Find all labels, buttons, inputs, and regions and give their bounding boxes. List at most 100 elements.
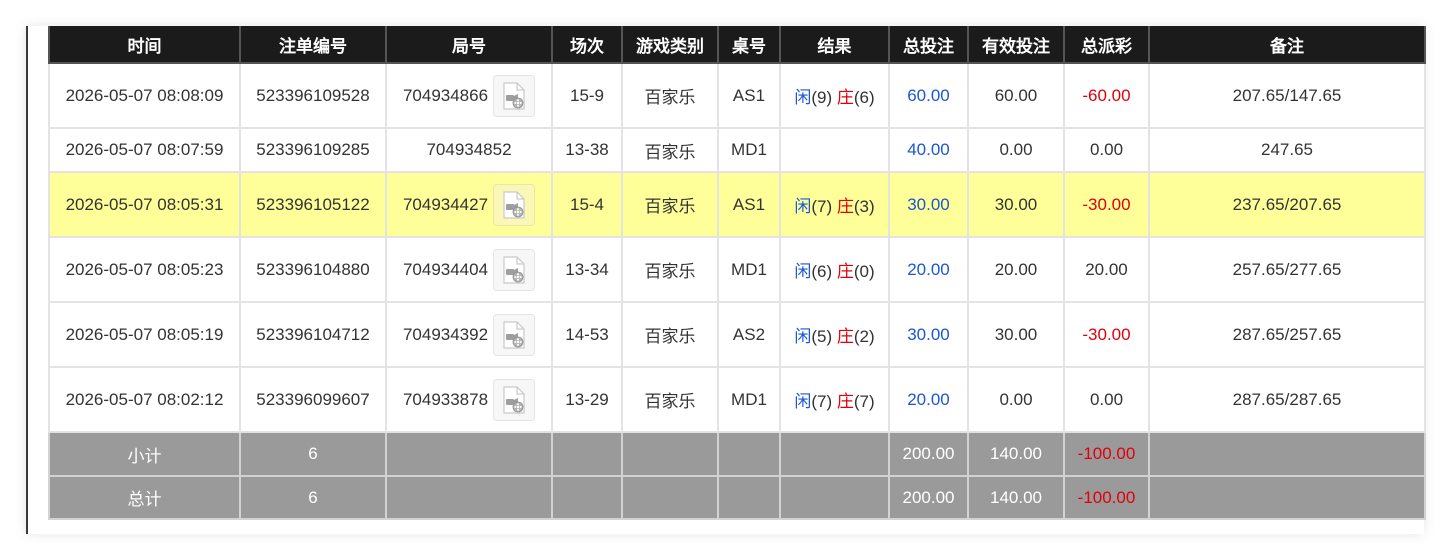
result-player-score: (7)	[811, 392, 833, 411]
header-round: 局号	[385, 26, 553, 64]
cell-round: 704934866	[385, 62, 553, 129]
subtotal-label: 小计	[48, 431, 241, 477]
cell-table: MD1	[717, 236, 781, 303]
round-number: 704934427	[402, 194, 489, 214]
cell-bet-no: 523396105122	[239, 171, 387, 238]
result-text: 闲(7) 庄(3)	[794, 197, 874, 216]
cell-note: 207.65/147.65	[1148, 62, 1426, 129]
subtotal-total-bet: 200.00	[888, 431, 969, 477]
cell-shoe: 15-9	[551, 62, 623, 129]
result-banker-label: 庄	[836, 88, 854, 107]
cell-table: AS2	[717, 301, 781, 368]
result-banker-label: 庄	[836, 262, 854, 281]
subtotal-count: 6	[239, 431, 387, 477]
cell-result	[779, 127, 890, 173]
cell-game: 百家乐	[621, 127, 719, 173]
result-banker-label: 庄	[836, 327, 854, 346]
cell-bet-no: 523396099607	[239, 366, 387, 433]
subtotal-valid-bet: 140.00	[967, 431, 1065, 477]
cell-payout: -30.00	[1063, 301, 1150, 368]
cell-payout: -60.00	[1063, 62, 1150, 129]
result-text: 闲(9) 庄(6)	[794, 88, 874, 107]
cell-shoe: 15-4	[551, 171, 623, 238]
total-label: 总计	[48, 475, 241, 520]
cell-round: 704933878	[385, 366, 553, 433]
cell-total-bet: 30.00	[888, 301, 969, 368]
total-count: 6	[239, 475, 387, 520]
cell-payout: 20.00	[1063, 236, 1150, 303]
result-player-label: 闲	[794, 327, 812, 346]
total-valid-bet: 140.00	[967, 475, 1065, 520]
cell-time: 2026-05-07 08:05:31	[48, 171, 241, 238]
result-player-label: 闲	[794, 88, 812, 107]
film-reel-icon	[503, 190, 525, 219]
cell-time: 2026-05-07 08:05:23	[48, 236, 241, 303]
result-player-score: (5)	[811, 327, 833, 346]
cell-total-bet: 30.00	[888, 171, 969, 238]
cell-payout: 0.00	[1063, 366, 1150, 433]
video-replay-button[interactable]	[493, 313, 536, 356]
round-number: 704934852	[426, 140, 512, 159]
total-payout: -100.00	[1063, 475, 1150, 520]
film-reel-icon	[503, 81, 525, 110]
cell-total-bet: 20.00	[888, 366, 969, 433]
cell-result: 闲(9) 庄(6)	[779, 62, 890, 129]
cell-valid-bet: 20.00	[967, 236, 1065, 303]
video-replay-button[interactable]	[493, 378, 536, 421]
result-banker-label: 庄	[836, 197, 854, 216]
cell-result: 闲(5) 庄(2)	[779, 301, 890, 368]
result-banker-label: 庄	[836, 392, 854, 411]
table-row: 2026-05-07 08:02:12 523396099607 7049338…	[48, 366, 1426, 433]
cell-game: 百家乐	[621, 301, 719, 368]
cell-valid-bet: 30.00	[967, 301, 1065, 368]
cell-total-bet: 20.00	[888, 236, 969, 303]
result-text: 闲(6) 庄(0)	[794, 262, 874, 281]
cell-note: 287.65/287.65	[1148, 366, 1426, 433]
cell-time: 2026-05-07 08:07:59	[48, 127, 241, 173]
bet-record-panel: 时间 注单编号 局号 场次 游戏类别 桌号 结果 总投注 有效投注 总派彩 备注…	[26, 26, 1426, 534]
header-bet-no: 注单编号	[239, 26, 387, 64]
round-number: 704934392	[402, 324, 489, 344]
video-replay-button[interactable]	[493, 248, 536, 291]
result-player-score: (9)	[811, 88, 833, 107]
video-replay-button[interactable]	[493, 74, 536, 117]
table-header: 时间 注单编号 局号 场次 游戏类别 桌号 结果 总投注 有效投注 总派彩 备注	[48, 26, 1426, 64]
cell-shoe: 13-34	[551, 236, 623, 303]
table-footer: 小计 6 200.00 140.00 -100.00 总计 6 200.00 1…	[48, 431, 1426, 520]
video-replay-button[interactable]	[493, 183, 536, 226]
cell-note: 287.65/257.65	[1148, 301, 1426, 368]
film-reel-icon	[503, 385, 525, 414]
cell-valid-bet: 0.00	[967, 127, 1065, 173]
round-number: 704934866	[402, 85, 489, 105]
cell-bet-no: 523396104712	[239, 301, 387, 368]
cell-note: 237.65/207.65	[1148, 171, 1426, 238]
header-valid-bet: 有效投注	[967, 26, 1065, 64]
cell-shoe: 14-53	[551, 301, 623, 368]
cell-table: AS1	[717, 62, 781, 129]
cell-round: 704934427	[385, 171, 553, 238]
cell-valid-bet: 0.00	[967, 366, 1065, 433]
cell-shoe: 13-29	[551, 366, 623, 433]
result-player-score: (7)	[811, 197, 833, 216]
cell-round: 704934852	[385, 127, 553, 173]
result-text: 闲(5) 庄(2)	[794, 327, 874, 346]
result-player-label: 闲	[794, 392, 812, 411]
total-row: 总计 6 200.00 140.00 -100.00	[48, 475, 1426, 520]
table-row: 2026-05-07 08:08:09 523396109528 7049348…	[48, 62, 1426, 129]
header-total-bet: 总投注	[888, 26, 969, 64]
header-result: 结果	[779, 26, 890, 64]
cell-bet-no: 523396109528	[239, 62, 387, 129]
header-time: 时间	[48, 26, 241, 64]
cell-result: 闲(7) 庄(7)	[779, 366, 890, 433]
cell-result: 闲(7) 庄(3)	[779, 171, 890, 238]
result-text: 闲(7) 庄(7)	[794, 392, 874, 411]
round-number: 704933878	[402, 389, 489, 409]
cell-table: MD1	[717, 366, 781, 433]
cell-game: 百家乐	[621, 171, 719, 238]
subtotal-row: 小计 6 200.00 140.00 -100.00	[48, 431, 1426, 477]
header-note: 备注	[1148, 26, 1426, 64]
cell-game: 百家乐	[621, 62, 719, 129]
cell-table: MD1	[717, 127, 781, 173]
table-body: 2026-05-07 08:08:09 523396109528 7049348…	[48, 62, 1426, 433]
film-reel-icon	[503, 320, 525, 349]
